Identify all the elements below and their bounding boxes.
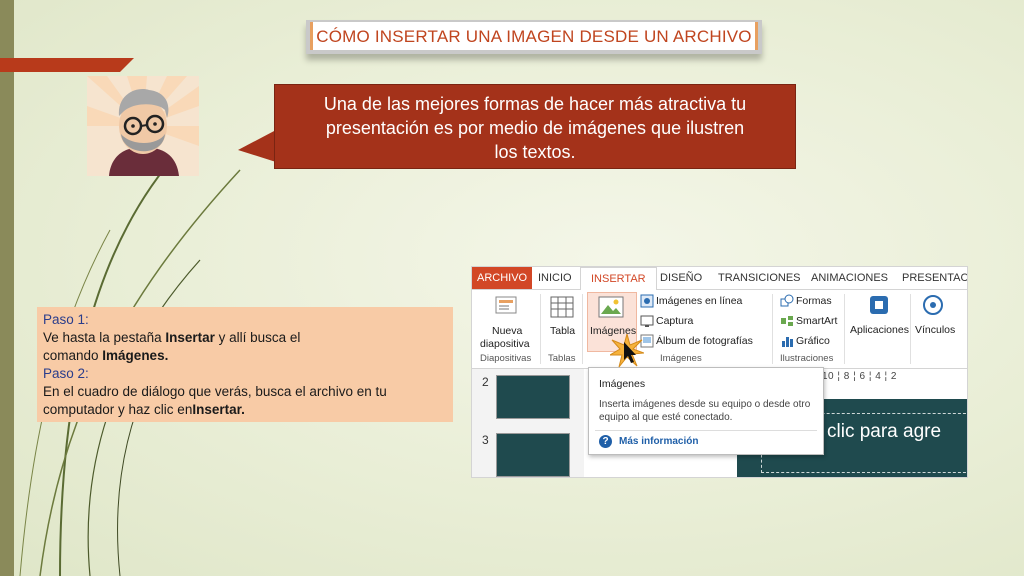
speech-bubble-text: Una de las mejores formas de hacer más a… (283, 92, 787, 164)
avatar (87, 76, 199, 176)
table-icon (550, 296, 574, 318)
step2-label: Paso 2: (43, 366, 89, 381)
group-imagenes: Imágenes (660, 353, 702, 364)
diapositiva-label[interactable]: diapositiva (480, 338, 530, 350)
slide-thumbnails-pane: 2 3 (472, 369, 584, 477)
tooltip-title: Imágenes (599, 378, 646, 390)
picture-icon (598, 296, 624, 318)
speech-bubble: Una de las mejores formas de hacer más a… (274, 84, 796, 169)
slide-thumbnail[interactable] (496, 433, 570, 477)
smartart-label[interactable]: SmartArt (796, 315, 837, 327)
tooltip-description: Inserta imágenes desde su equipo o desde… (599, 399, 811, 423)
placeholder-text: clic para agre (827, 421, 942, 442)
separator (540, 294, 541, 364)
step1-text-b: Insertar (165, 330, 215, 345)
screenshot-icon (640, 315, 654, 327)
album-label[interactable]: Álbum de fotografías (656, 335, 753, 347)
avatar-illustration (87, 76, 199, 176)
ribbon-tabs: ARCHIVO INICIO INSERTAR DISEÑO TRANSICIO… (472, 267, 967, 291)
shapes-icon (780, 294, 794, 307)
formas-label[interactable]: Formas (796, 295, 832, 307)
click-burst-icon (610, 334, 644, 368)
slide-number: 2 (482, 375, 489, 389)
bubble-line-3: los textos. (494, 142, 576, 162)
help-icon: ? (599, 435, 612, 448)
tab-transiciones[interactable]: TRANSICIONES (718, 267, 801, 289)
step2-text-b: computador y haz clic en (43, 402, 193, 417)
ruler: 10 ¦ 8 ¦ 6 ¦ 4 ¦ 2 (822, 371, 967, 383)
bubble-line-2: presentación es por medio de imágenes qu… (325, 118, 745, 138)
imagenes-tooltip: Imágenes Inserta imágenes desde su equip… (588, 367, 824, 455)
links-icon (923, 295, 943, 315)
title-banner: CÓMO INSERTAR UNA IMAGEN DESDE UN ARCHIV… (306, 20, 762, 54)
separator (582, 294, 583, 364)
red-tab-accent (0, 58, 134, 72)
tabla-label[interactable]: Tabla (550, 325, 575, 337)
step1-text-a: Ve hasta la pestaña (43, 330, 166, 345)
slide-thumbnail[interactable] (496, 375, 570, 419)
nueva-label[interactable]: Nueva (492, 325, 522, 337)
group-diapositivas: Diapositivas (480, 353, 532, 364)
step1-line2: comando Imágenes. (43, 347, 168, 365)
step1-line1: Ve hasta la pestaña Insertar y allí busc… (43, 329, 300, 347)
step1-label: Paso 1: (43, 312, 89, 327)
new-slide-icon (495, 296, 517, 314)
smartart-icon (781, 316, 793, 326)
step2-text-c: Insertar. (192, 402, 245, 417)
ribbon: Nueva diapositiva Diapositivas Tabla Tab… (472, 290, 967, 369)
tab-animaciones[interactable]: ANIMACIONES (811, 267, 888, 289)
online-pictures-icon (640, 294, 654, 308)
imagenes-linea-label[interactable]: Imágenes en línea (656, 295, 742, 307)
slide-title: CÓMO INSERTAR UNA IMAGEN DESDE UN ARCHIV… (316, 27, 752, 46)
vinculos-label[interactable]: Vínculos (915, 324, 955, 336)
captura-label[interactable]: Captura (656, 315, 693, 327)
tab-diseno[interactable]: DISEÑO (660, 267, 702, 289)
tab-inicio[interactable]: INICIO (538, 267, 572, 289)
powerpoint-screenshot: ARCHIVO INICIO INSERTAR DISEÑO TRANSICIO… (471, 266, 968, 478)
separator (772, 294, 773, 364)
speech-bubble-tail (238, 130, 276, 162)
group-tablas: Tablas (548, 353, 576, 364)
tab-archivo[interactable]: ARCHIVO (472, 267, 533, 289)
step2-line1: En el cuadro de diálogo que verás, busca… (43, 384, 387, 399)
steps-box: Paso 1: Ve hasta la pestaña Insertar y a… (37, 307, 453, 422)
tab-presentacion[interactable]: PRESENTACIÓ (902, 267, 967, 289)
tooltip-divider (595, 430, 817, 431)
step1-text-d: comando (43, 348, 103, 363)
step2-line2: computador y haz clic enInsertar. (43, 401, 245, 419)
tab-insertar[interactable]: INSERTAR (580, 267, 657, 291)
grafico-label[interactable]: Gráfico (796, 335, 830, 347)
bubble-line-1: Una de las mejores formas de hacer más a… (323, 94, 747, 114)
group-ilustraciones: Ilustraciones (780, 353, 834, 364)
chart-icon (782, 337, 793, 347)
aplicaciones-label[interactable]: Aplicaciones (850, 324, 909, 336)
slide-number: 3 (482, 433, 489, 447)
separator (844, 294, 845, 364)
step1-text-e: Imágenes. (102, 348, 169, 363)
more-info-link[interactable]: Más información (619, 436, 698, 447)
step1-text-c: y allí busca el (214, 330, 301, 345)
apps-icon (870, 296, 888, 314)
separator (910, 294, 911, 364)
title-box: CÓMO INSERTAR UNA IMAGEN DESDE UN ARCHIV… (310, 22, 758, 50)
